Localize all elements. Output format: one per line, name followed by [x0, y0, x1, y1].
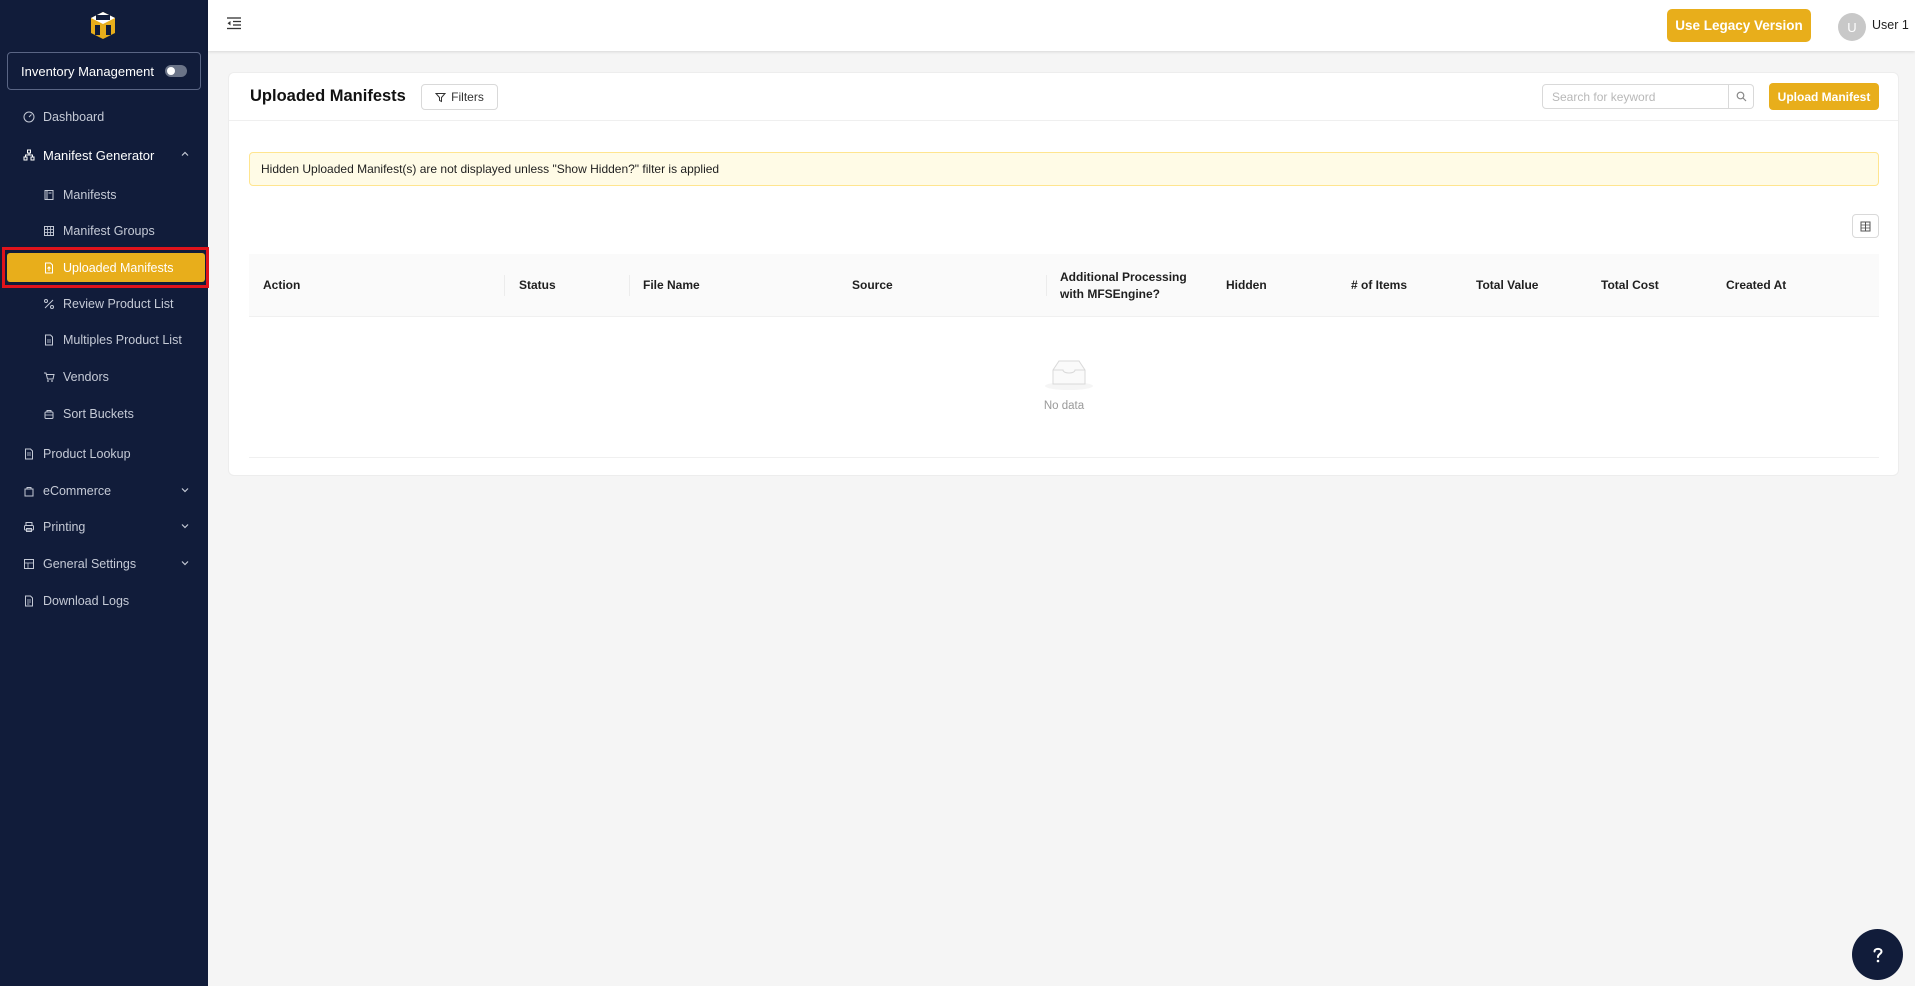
filter-icon — [435, 92, 447, 102]
inventory-management-label: Inventory Management — [21, 63, 154, 79]
sidebar-item-label: Manifest Generator — [43, 147, 155, 163]
empty-state-text: No data — [1043, 400, 1085, 412]
column-settings-button[interactable] — [1852, 214, 1879, 238]
sidebar-item-label: eCommerce — [43, 484, 112, 498]
sidebar-item-label: Dashboard — [43, 110, 105, 124]
column-header-total-cost[interactable]: Total Cost — [1601, 254, 1659, 317]
book-icon — [43, 189, 55, 201]
sidebar-item-label: General Settings — [43, 557, 137, 571]
sidebar-item-label: Product Lookup — [43, 447, 131, 461]
column-header-hidden[interactable]: Hidden — [1226, 254, 1267, 317]
column-header-total-value[interactable]: Total Value — [1476, 254, 1538, 317]
percent-icon — [43, 298, 55, 310]
chevron-down-icon — [181, 561, 189, 566]
chevron-down-icon — [181, 488, 189, 493]
search-icon — [1736, 91, 1746, 102]
chevron-down-icon — [181, 524, 189, 529]
card-header: Uploaded Manifests Filters Upload Manife… — [229, 73, 1898, 121]
sidebar-item-label: Vendors — [63, 370, 109, 384]
sidebar-item-product-lookup[interactable]: Product Lookup — [0, 439, 208, 469]
sidebar-item-ecommerce[interactable]: eCommerce — [0, 476, 208, 506]
upload-manifest-button[interactable]: Upload Manifest — [1769, 83, 1879, 110]
column-header-item-count[interactable]: # of Items — [1351, 254, 1407, 317]
sidebar-item-label: Multiples Product List — [63, 333, 182, 347]
hidden-manifests-alert: Hidden Uploaded Manifest(s) are not disp… — [249, 152, 1879, 186]
menu-collapse-icon[interactable] — [226, 16, 242, 30]
question-icon — [1873, 947, 1883, 962]
printer-icon — [23, 521, 35, 533]
sidebar-item-general-settings[interactable]: General Settings — [0, 549, 208, 579]
help-button[interactable] — [1852, 929, 1903, 980]
column-divider — [629, 275, 630, 296]
sidebar-item-review-product-list[interactable]: Review Product List — [0, 289, 208, 319]
sidebar-item-label: Printing — [43, 520, 86, 534]
filters-label: Filters — [451, 90, 484, 104]
file-icon — [43, 334, 55, 346]
gauge-icon — [23, 111, 35, 123]
sidebar-item-label: Sort Buckets — [63, 407, 134, 421]
user-name[interactable]: User 1 — [1872, 18, 1909, 32]
page-title: Uploaded Manifests — [250, 87, 406, 105]
inventory-management-toggle[interactable]: Inventory Management — [7, 52, 201, 90]
empty-inbox-icon — [1045, 360, 1093, 390]
toggle-switch[interactable] — [165, 65, 187, 77]
table-header: Action Status File Name Source Additiona… — [249, 254, 1879, 317]
bag-icon — [23, 485, 35, 497]
sidebar: Inventory Management Dashboard Manifest … — [0, 0, 209, 986]
column-divider — [1046, 275, 1047, 296]
column-header-action[interactable]: Action — [263, 254, 300, 317]
bucket-icon — [43, 408, 55, 420]
highlight-outline — [2, 247, 209, 288]
filters-button[interactable]: Filters — [421, 84, 498, 110]
column-header-file-name[interactable]: File Name — [643, 254, 700, 317]
use-legacy-version-button[interactable]: Use Legacy Version — [1667, 9, 1811, 42]
sidebar-item-manifest-generator[interactable]: Manifest Generator — [0, 140, 208, 170]
grid-icon — [43, 225, 55, 237]
file-log-icon — [23, 595, 35, 607]
sidebar-item-vendors[interactable]: Vendors — [0, 362, 208, 392]
sidebar-item-label: Review Product List — [63, 297, 174, 311]
top-bar: Use Legacy Version U User 1 — [208, 0, 1915, 51]
sidebar-item-download-logs[interactable]: Download Logs — [0, 586, 208, 616]
search-button[interactable] — [1729, 84, 1754, 109]
column-header-status[interactable]: Status — [519, 254, 556, 317]
sitemap-icon — [23, 149, 35, 161]
alert-text: Hidden Uploaded Manifest(s) are not disp… — [261, 162, 720, 176]
sidebar-item-manifest-groups[interactable]: Manifest Groups — [0, 216, 208, 246]
file-search-icon — [23, 448, 35, 460]
sidebar-item-printing[interactable]: Printing — [0, 512, 208, 542]
sidebar-item-multiples-product-list[interactable]: Multiples Product List — [0, 325, 208, 355]
sidebar-item-label: Manifest Groups — [63, 224, 155, 238]
sidebar-item-dashboard[interactable]: Dashboard — [0, 102, 208, 132]
app-logo[interactable] — [88, 10, 118, 40]
avatar[interactable]: U — [1838, 13, 1866, 41]
column-header-created-at[interactable]: Created At — [1726, 254, 1786, 317]
uploaded-manifests-card: Uploaded Manifests Filters Upload Manife… — [228, 72, 1899, 476]
column-divider — [504, 275, 505, 296]
sidebar-item-manifests[interactable]: Manifests — [0, 180, 208, 210]
column-header-source[interactable]: Source — [852, 254, 893, 317]
empty-state: No data — [249, 317, 1879, 458]
search-input[interactable] — [1542, 84, 1729, 109]
sidebar-item-label: Download Logs — [43, 594, 130, 608]
sidebar-item-sort-buckets[interactable]: Sort Buckets — [0, 399, 208, 429]
column-settings-icon — [1860, 221, 1871, 231]
sidebar-item-label: Manifests — [63, 188, 117, 202]
chevron-up-icon — [181, 151, 189, 156]
settings-grid-icon — [23, 558, 35, 570]
cart-icon — [43, 371, 55, 383]
column-header-additional-processing[interactable]: Additional Processing with MFSEngine? — [1060, 254, 1195, 317]
